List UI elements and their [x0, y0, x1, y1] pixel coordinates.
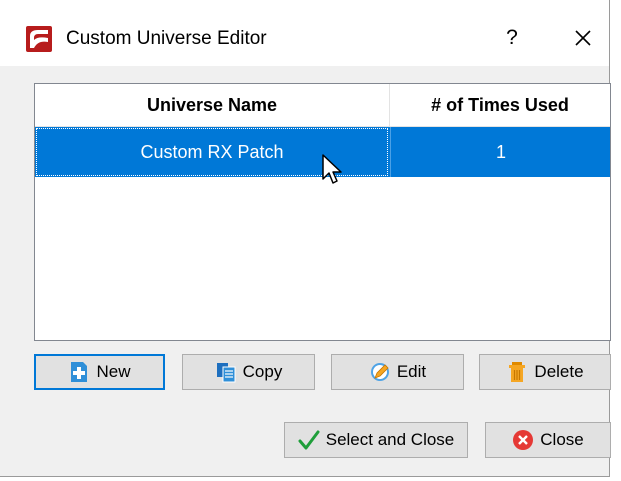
delete-button-label: Delete: [534, 362, 584, 381]
mouse-pointer-icon: [322, 154, 342, 184]
column-header-times-used[interactable]: # of Times Used: [390, 84, 610, 126]
table-header: Universe Name # of Times Used: [35, 84, 610, 127]
column-header-universe-name[interactable]: Universe Name: [35, 84, 390, 126]
window-title: Custom Universe Editor: [66, 28, 267, 49]
help-button[interactable]: ?: [490, 18, 534, 58]
new-file-icon: [71, 362, 88, 382]
close-button[interactable]: Close: [485, 422, 611, 458]
edit-pencil-icon: [370, 363, 389, 381]
select-and-close-label: Select and Close: [325, 430, 455, 449]
edit-button[interactable]: Edit: [331, 354, 464, 390]
copy-button[interactable]: Copy: [182, 354, 315, 390]
edit-button-label: Edit: [396, 362, 427, 381]
copy-button-label: Copy: [242, 362, 283, 381]
error-close-icon: [513, 430, 534, 450]
copy-icon: [216, 363, 236, 383]
app-logo-icon: [26, 26, 52, 52]
new-button[interactable]: New: [34, 354, 165, 390]
delete-button[interactable]: Delete: [479, 354, 611, 390]
universe-editor-dialog: Custom Universe Editor ? Universe Name #…: [0, 0, 611, 477]
select-and-close-button[interactable]: Select and Close: [284, 422, 468, 458]
checkmark-icon: [298, 430, 320, 450]
cell-times-used[interactable]: 1: [390, 127, 611, 177]
table-row[interactable]: Custom RX Patch 1: [35, 127, 611, 184]
universe-table[interactable]: Universe Name # of Times Used Custom RX …: [34, 83, 611, 341]
close-button-label: Close: [540, 430, 584, 449]
close-icon[interactable]: [569, 24, 597, 52]
title-bar[interactable]: Custom Universe Editor ?: [0, 0, 609, 66]
trash-icon: [509, 362, 526, 382]
new-button-label: New: [96, 362, 131, 381]
